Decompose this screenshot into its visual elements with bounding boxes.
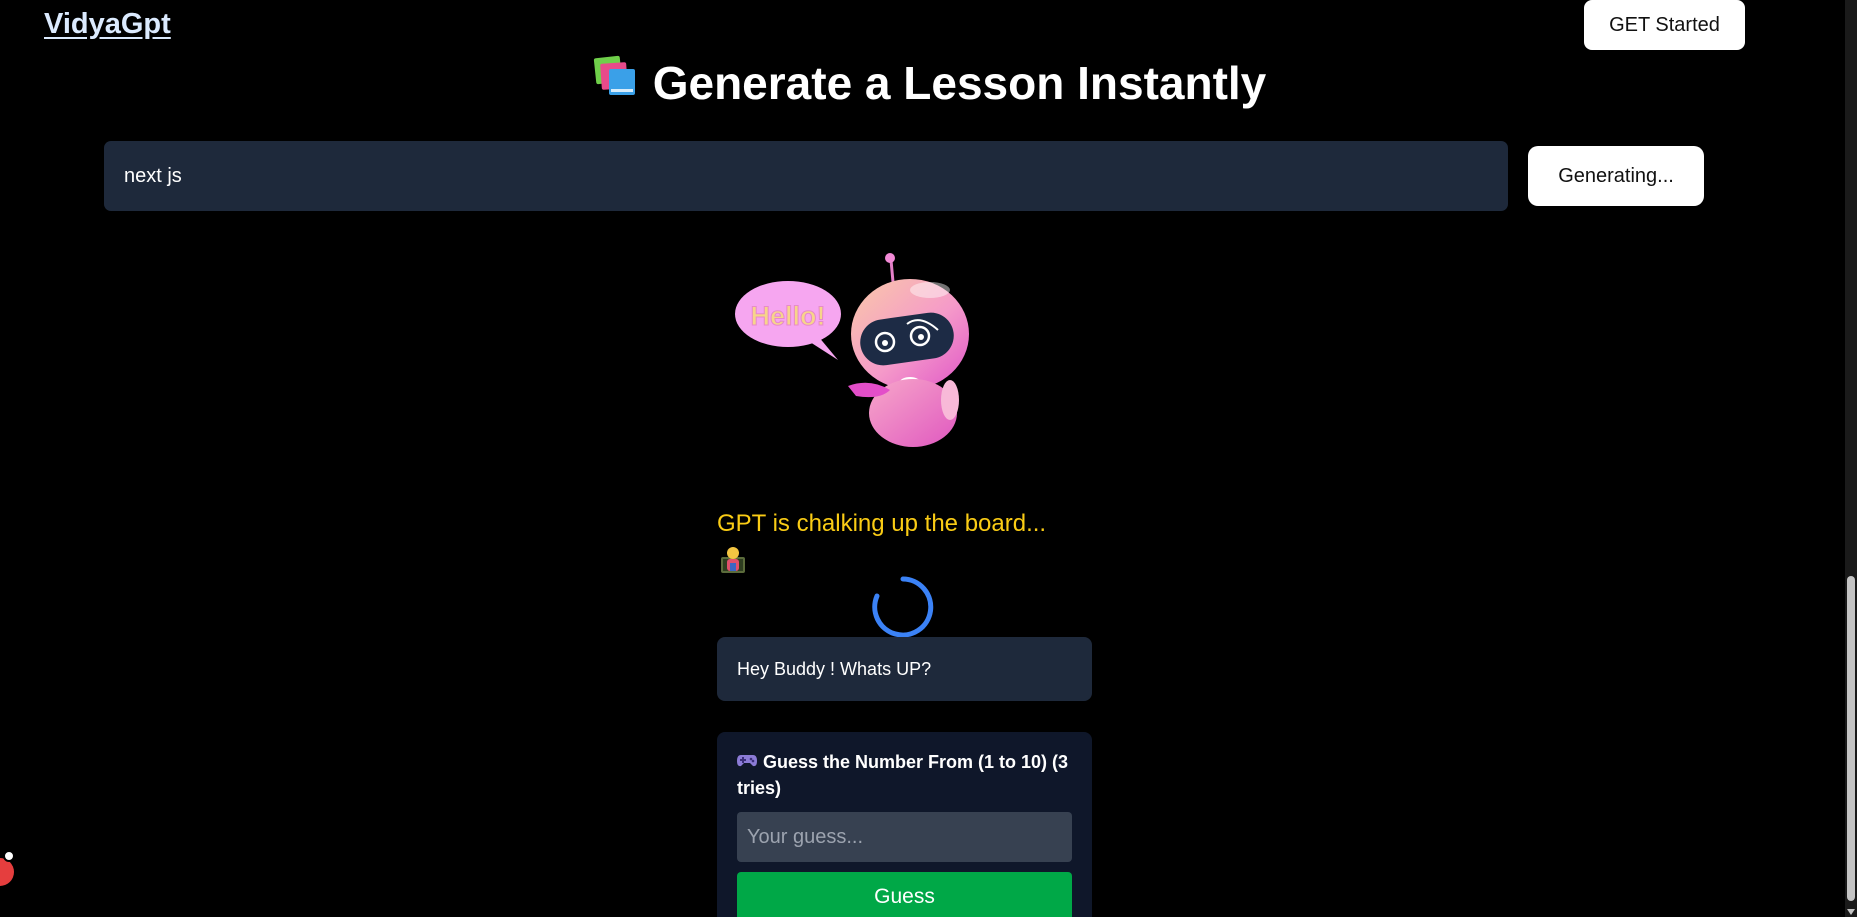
get-started-button[interactable]: GET Started	[1584, 0, 1745, 50]
guess-game-title-text: Guess the Number From (1 to 10) (3 tries…	[737, 752, 1069, 798]
page-scrollbar[interactable]	[1845, 0, 1857, 917]
game-controller-icon	[737, 749, 757, 774]
page-title: Generate a Lesson Instantly	[0, 56, 1857, 114]
guess-game-title: Guess the Number From (1 to 10) (3 tries…	[737, 750, 1072, 801]
loading-status-text: GPT is chalking up the board...	[717, 510, 1047, 537]
floating-widget-icon[interactable]	[0, 846, 16, 892]
books-icon	[591, 55, 639, 110]
page-title-text: Generate a Lesson Instantly	[652, 57, 1267, 109]
brand-logo-link[interactable]: VidyaGpt	[44, 8, 171, 41]
chat-message: Hey Buddy ! Whats UP?	[717, 637, 1092, 701]
guess-button[interactable]: Guess	[737, 872, 1072, 917]
guess-game-card: Guess the Number From (1 to 10) (3 tries…	[717, 732, 1092, 917]
page: VidyaGpt GET Started Generate a Lesson I…	[0, 0, 1857, 917]
chat-message-text: Hey Buddy ! Whats UP?	[737, 658, 932, 679]
teacher-icon	[719, 545, 747, 575]
scrollbar-thumb[interactable]	[1847, 576, 1855, 901]
svg-text:Hello!: Hello!	[750, 301, 825, 331]
scroll-down-arrow-icon[interactable]	[1847, 909, 1855, 915]
guess-input[interactable]	[737, 812, 1072, 862]
robot-mascot: Hello!	[730, 248, 970, 448]
generate-button[interactable]: Generating...	[1528, 146, 1704, 206]
topic-input[interactable]	[104, 141, 1508, 211]
loading-spinner-icon	[872, 576, 934, 638]
hello-speech-bubble: Hello!	[735, 281, 841, 360]
